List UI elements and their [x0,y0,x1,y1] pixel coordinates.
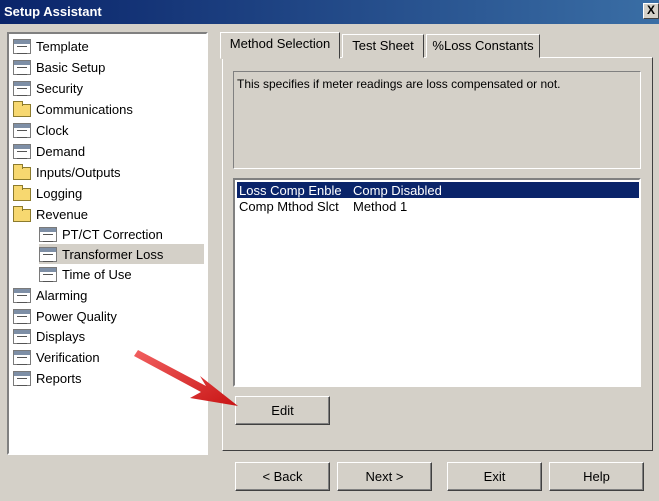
exit-button[interactable]: Exit [447,462,542,491]
tree-item-label: Communications [36,101,133,117]
tree-item-revenue[interactable]: Revenue [13,204,88,224]
tab-loss-constants[interactable]: %Loss Constants [426,34,540,58]
doc-icon [13,349,31,365]
edit-button[interactable]: Edit [235,396,330,425]
close-button[interactable]: X [643,3,659,19]
list-item[interactable]: Comp Mthod Slct Method 1 [237,198,639,214]
tree-item-basic-setup[interactable]: Basic Setup [13,57,105,77]
tree-item-reports[interactable]: Reports [13,368,82,388]
list-item[interactable]: Loss Comp Enble Comp Disabled [237,182,639,198]
tree-item-label: Reports [36,370,82,386]
doc-icon [39,246,57,262]
help-button[interactable]: Help [549,462,644,491]
parameter-name: Comp Mthod Slct [239,198,339,214]
parameter-list[interactable]: Loss Comp Enble Comp Disabled Comp Mthod… [233,178,641,387]
tab-method-selection[interactable]: Method Selection [220,32,340,59]
tree-item-security[interactable]: Security [13,78,83,98]
tree-item-label: Logging [36,185,83,201]
doc-icon [13,287,31,303]
tree-item-clock[interactable]: Clock [13,120,69,140]
tree-item-label: Verification [36,349,100,365]
tab-test-sheet[interactable]: Test Sheet [342,34,424,58]
tree-item-label: Transformer Loss [62,246,164,262]
doc-icon [13,122,31,138]
tree-item-pt-ct-correction[interactable]: PT/CT Correction [39,224,163,244]
tree-item-time-of-use[interactable]: Time of Use [39,264,132,284]
tree-item-transformer-loss[interactable]: Transformer Loss [39,244,204,264]
tree-item-label: Displays [36,328,86,344]
tree-item-label: Alarming [36,287,88,303]
tree-item-template[interactable]: Template [13,36,89,56]
parameter-value: Comp Disabled [353,182,442,198]
tree-item-label: PT/CT Correction [62,226,163,242]
doc-icon [13,143,31,159]
tree-item-label: Power Quality [36,308,117,324]
doc-icon [13,38,31,54]
description-box: This specifies if meter readings are los… [233,71,641,169]
folder-icon [13,184,31,201]
title-bar[interactable]: Setup Assistant X [0,0,659,24]
tree-item-label: Time of Use [62,266,132,282]
tree-item-label: Demand [36,143,86,159]
tree-item-inputs-outputs[interactable]: Inputs/Outputs [13,162,121,182]
tree-item-label: Clock [36,122,69,138]
tree-item-communications[interactable]: Communications [13,99,133,119]
doc-icon [39,226,57,242]
tree-item-label: Basic Setup [36,59,106,75]
folder-icon [13,163,31,180]
doc-icon [13,370,31,386]
tree-item-displays[interactable]: Displays [13,326,85,346]
tree-item-logging[interactable]: Logging [13,183,82,203]
doc-icon [13,59,31,75]
tree-item-alarming[interactable]: Alarming [13,285,87,305]
tree-item-label: Revenue [36,206,89,222]
folder-icon [13,100,31,117]
tree-item-power-quality[interactable]: Power Quality [13,306,117,326]
window-title: Setup Assistant [4,4,102,19]
tree-item-verification[interactable]: Verification [13,347,100,367]
setup-assistant-window: Setup Assistant X Template Basic Setup S… [0,0,659,501]
back-button[interactable]: < Back [235,462,330,491]
doc-icon [13,80,31,96]
doc-icon [13,308,31,324]
next-button[interactable]: Next > [337,462,432,491]
folder-icon [13,205,31,222]
tree-item-demand[interactable]: Demand [13,141,85,161]
tree-item-label: Template [36,38,89,54]
red-arrow-icon [134,350,238,406]
tree-item-label: Inputs/Outputs [36,164,121,180]
parameter-value: Method 1 [353,198,408,214]
doc-icon [13,328,31,344]
parameter-name: Loss Comp Enble [239,182,342,198]
doc-icon [39,266,57,282]
tree-item-label: Security [36,80,83,96]
